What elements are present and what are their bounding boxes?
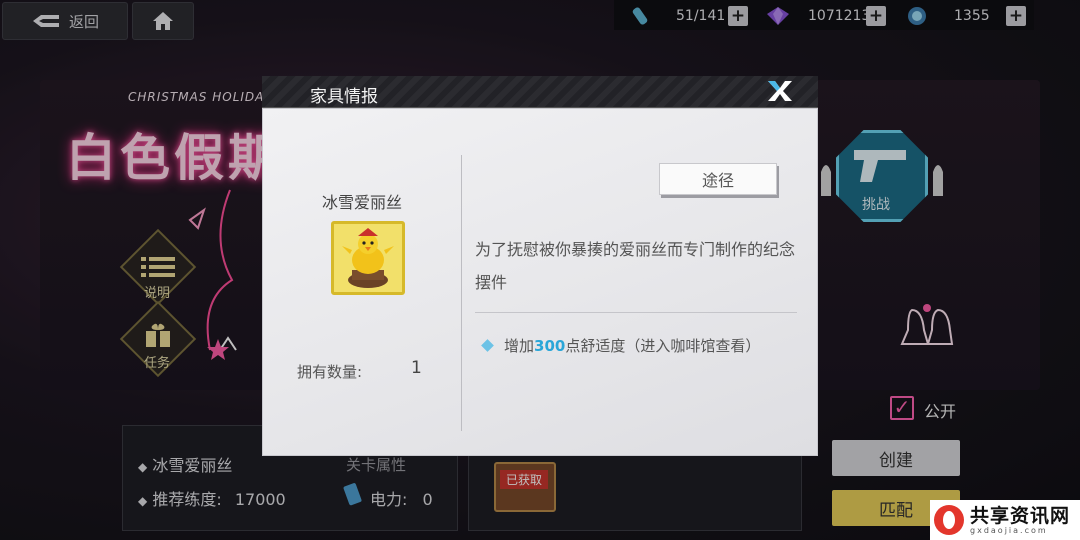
dialog-header: 家具情报	[262, 76, 818, 108]
dialog-title: 家具情报	[310, 87, 378, 107]
horizontal-divider	[475, 312, 797, 313]
watermark-subtitle: gxdaojia.com	[970, 525, 1048, 535]
effect-text: 增加300点舒适度（进入咖啡馆查看）	[504, 337, 761, 355]
owned-count-value: 1	[411, 358, 422, 378]
close-icon[interactable]	[764, 78, 794, 111]
watermark-logo-icon	[934, 505, 964, 535]
item-effect: 增加300点舒适度（进入咖啡馆查看）	[481, 335, 761, 356]
effect-value: 300	[534, 337, 566, 355]
site-watermark: 共享资讯网 gxdaojia.com	[930, 500, 1080, 540]
vertical-divider	[461, 155, 462, 431]
owned-count-label: 拥有数量:	[297, 363, 363, 381]
route-button[interactable]: 途径	[659, 163, 777, 195]
chick-figurine-icon	[342, 228, 394, 288]
item-description: 为了抚慰被你暴揍的爱丽丝而专门制作的纪念摆件	[475, 240, 796, 292]
diamond-bullet-icon	[481, 339, 494, 352]
watermark-title: 共享资讯网	[970, 504, 1071, 527]
item-name: 冰雪爱丽丝	[321, 193, 402, 212]
item-thumbnail	[331, 221, 405, 295]
dialog-body: 冰雪爱丽丝 拥有数量: 1 途径 为了抚慰被你暴揍的爱丽丝而专门制作的纪念摆件 …	[262, 108, 818, 456]
furniture-info-dialog: 家具情报 冰雪爱丽丝 拥有数量: 1 途径 为了抚慰被你暴揍的爱丽丝而专门制作的…	[262, 76, 818, 456]
